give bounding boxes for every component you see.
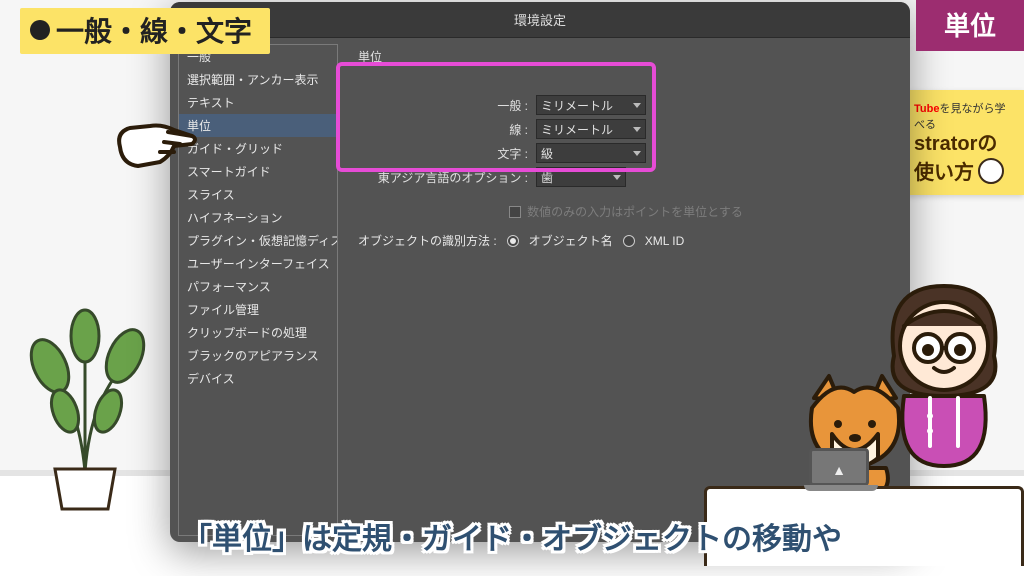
radio-xml-id[interactable] bbox=[623, 235, 635, 247]
identify-row: オブジェクトの識別方法 : オブジェクト名 XML ID bbox=[358, 232, 894, 249]
row-stroke: 線 : ミリメートル bbox=[358, 119, 894, 139]
numbers-only-label: 数値のみの入力はポイントを単位とする bbox=[527, 203, 743, 220]
sidebar-item[interactable]: デバイス bbox=[179, 367, 337, 390]
dialog-titlebar: 環境設定 bbox=[170, 2, 910, 38]
sidebar-item[interactable]: クリップボードの処理 bbox=[179, 321, 337, 344]
face-icon bbox=[978, 158, 1004, 184]
row-type: 文字 : 級 bbox=[358, 143, 894, 163]
select-stroke[interactable]: ミリメートル bbox=[536, 119, 646, 139]
radio-object-name[interactable] bbox=[507, 235, 519, 247]
sidebar-item[interactable]: 単位 bbox=[179, 114, 337, 137]
chevron-down-icon bbox=[613, 175, 621, 180]
chevron-down-icon bbox=[633, 151, 641, 156]
sidebar-item[interactable]: ガイド・グリッド bbox=[179, 137, 337, 160]
radio-xml-id-label: XML ID bbox=[645, 234, 685, 248]
chevron-down-icon bbox=[633, 127, 641, 132]
select-stroke-value: ミリメートル bbox=[541, 121, 613, 138]
label-stroke: 線 : bbox=[358, 121, 528, 138]
topic-label: 一般・線・文字 bbox=[56, 10, 252, 50]
row-general: 一般 : ミリメートル bbox=[358, 95, 894, 115]
sidebar-item[interactable]: 選択範囲・アンカー表示 bbox=[179, 68, 337, 91]
topic-badge: 一般・線・文字 bbox=[20, 8, 270, 54]
radio-object-name-label: オブジェクト名 bbox=[529, 232, 613, 249]
promo-line1: Tubeを見ながら学べる bbox=[914, 100, 1016, 132]
identify-label: オブジェクトの識別方法 : bbox=[358, 232, 497, 249]
promo-line2: stratorの bbox=[914, 132, 1016, 156]
pointer-hand-icon bbox=[110, 112, 200, 187]
promo-card: Tubeを見ながら学べる stratorの 使い方 bbox=[904, 90, 1024, 195]
sidebar-item[interactable]: プラグイン・仮想記憶ディスク bbox=[179, 229, 337, 252]
subtitle-text: 「単位」は定規・ガイド・オブジェクトの移動や bbox=[182, 514, 842, 558]
select-type[interactable]: 級 bbox=[536, 143, 646, 163]
sidebar-item[interactable]: ファイル管理 bbox=[179, 298, 337, 321]
units-form: 一般 : ミリメートル 線 : ミリメートル 文字 : bbox=[358, 85, 894, 197]
sidebar-item[interactable]: パフォーマンス bbox=[179, 275, 337, 298]
dot-icon bbox=[30, 20, 50, 40]
laptop-icon: ▲ bbox=[804, 448, 874, 494]
chevron-down-icon bbox=[633, 103, 641, 108]
label-type: 文字 : bbox=[358, 145, 528, 162]
select-general[interactable]: ミリメートル bbox=[536, 95, 646, 115]
panel-title: 単位 bbox=[358, 48, 894, 65]
sidebar-item[interactable]: ブラックのアピアランス bbox=[179, 344, 337, 367]
sidebar-item[interactable]: ユーザーインターフェイス bbox=[179, 252, 337, 275]
promo-prefix: Tube bbox=[914, 103, 939, 115]
sidebar-item[interactable]: スライス bbox=[179, 183, 337, 206]
promo-line3-text: 使い方 bbox=[914, 156, 974, 185]
row-east-asian: 東アジア言語のオプション : 歯 bbox=[358, 167, 894, 187]
label-general: 一般 : bbox=[358, 97, 528, 114]
apple-logo-icon: ▲ bbox=[832, 462, 846, 478]
numbers-only-row: 数値のみの入力はポイントを単位とする bbox=[358, 203, 894, 220]
select-general-value: ミリメートル bbox=[541, 97, 613, 114]
numbers-only-checkbox[interactable] bbox=[509, 206, 521, 218]
section-badge: 単位 bbox=[916, 0, 1024, 51]
select-type-value: 級 bbox=[541, 145, 553, 162]
select-east[interactable]: 歯 bbox=[536, 167, 626, 187]
label-east: 東アジア言語のオプション : bbox=[358, 169, 528, 186]
dialog-title: 環境設定 bbox=[514, 10, 566, 29]
promo-line3: 使い方 bbox=[914, 156, 1016, 185]
prefs-sidebar: 一般選択範囲・アンカー表示テキスト単位ガイド・グリッドスマートガイドスライスハイ… bbox=[178, 44, 338, 536]
select-east-value: 歯 bbox=[541, 169, 553, 186]
plant-illustration bbox=[10, 261, 160, 516]
section-label: 単位 bbox=[944, 11, 996, 41]
sidebar-item[interactable]: テキスト bbox=[179, 91, 337, 114]
sidebar-item[interactable]: スマートガイド bbox=[179, 160, 337, 183]
sidebar-item[interactable]: ハイフネーション bbox=[179, 206, 337, 229]
